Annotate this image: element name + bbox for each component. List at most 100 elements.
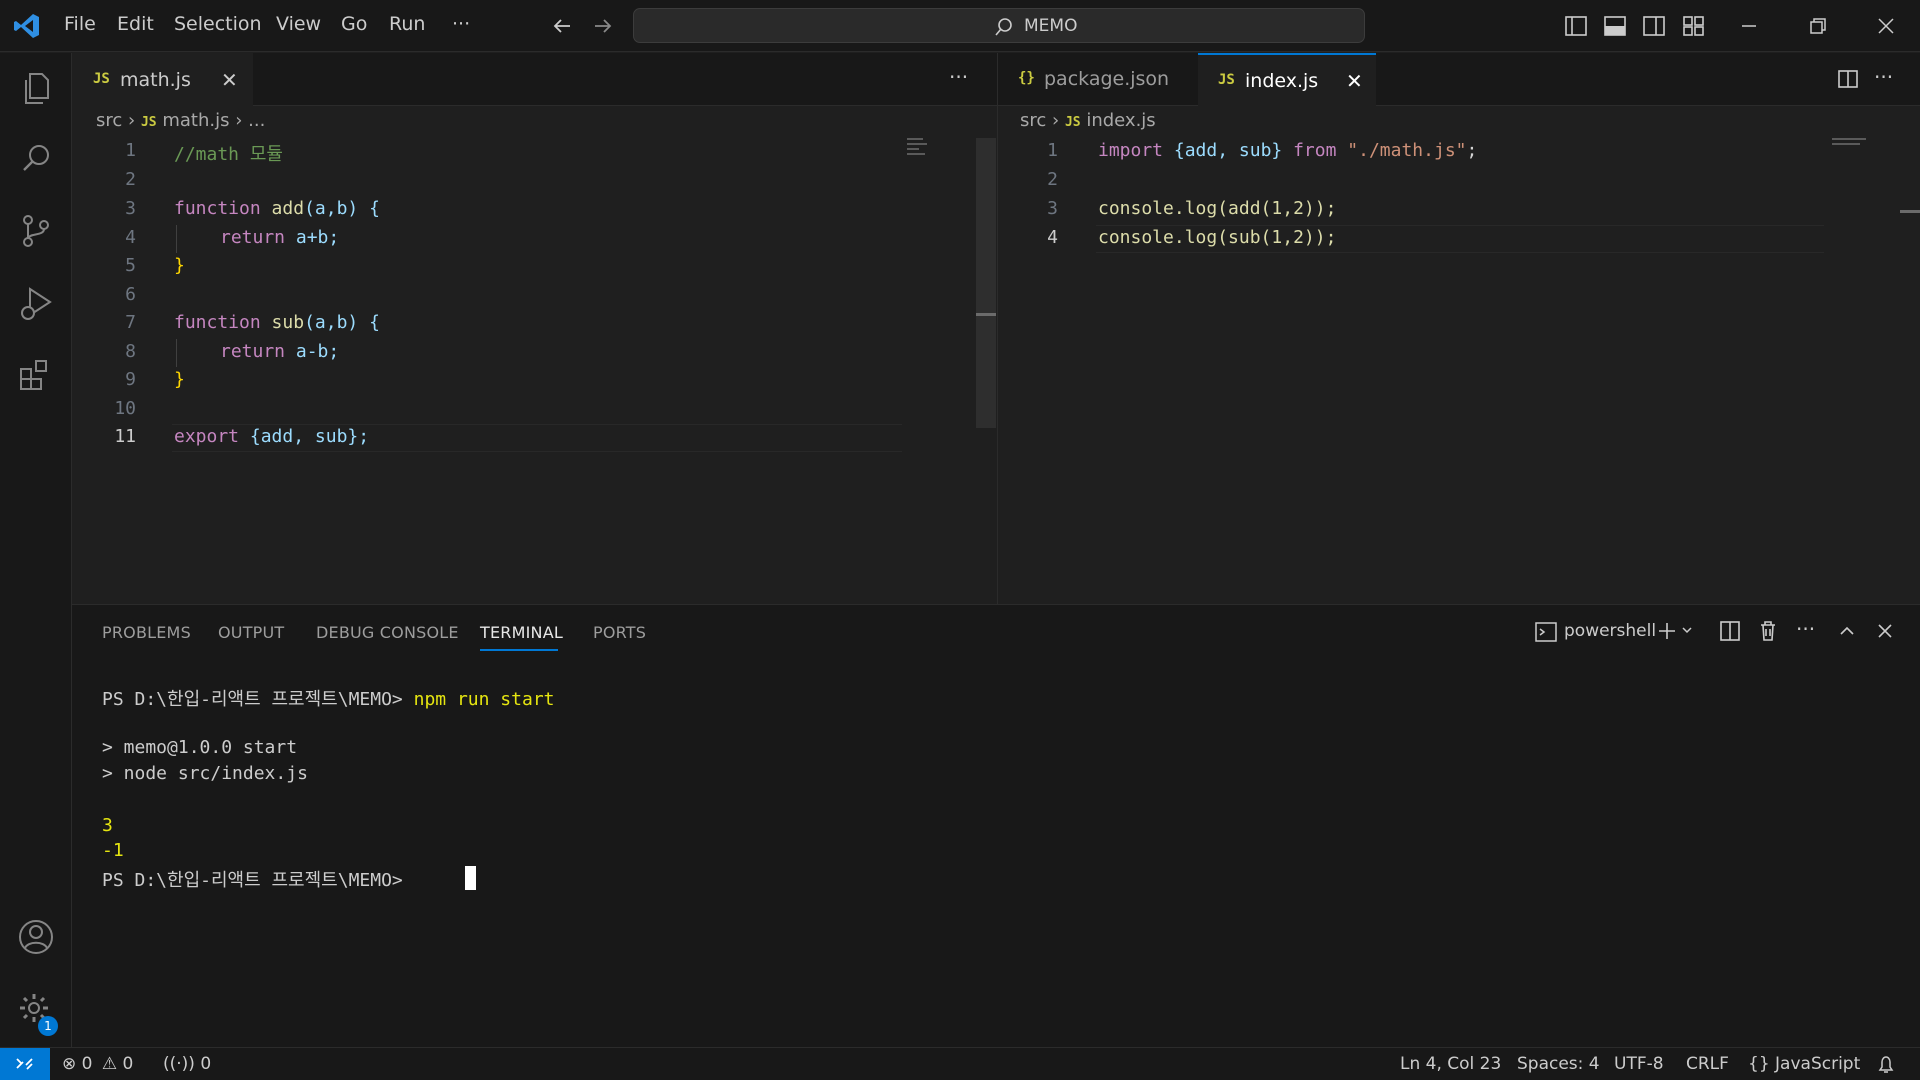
js-file-icon: JS: [93, 71, 110, 87]
editor-more-actions-icon[interactable]: ···: [949, 65, 968, 89]
chevron-down-icon[interactable]: [1680, 623, 1694, 637]
breadcrumb-file[interactable]: math.js: [162, 110, 229, 131]
shell-name: powershell: [1564, 621, 1657, 641]
eol-status[interactable]: CRLF: [1686, 1054, 1729, 1074]
terminal-area[interactable]: [72, 655, 1920, 1045]
terminal-icon: [1535, 622, 1557, 642]
right-editor[interactable]: [998, 106, 1920, 603]
search-icon[interactable]: [16, 139, 56, 179]
warning-icon: ⚠: [101, 1054, 118, 1074]
close-tab-icon[interactable]: ✕: [1346, 69, 1363, 93]
code-line-4: return a+b;: [220, 227, 340, 248]
vertical-scrollbar[interactable]: [976, 138, 996, 428]
minimize-window-icon[interactable]: [1736, 13, 1762, 39]
tab-label: index.js: [1245, 70, 1319, 92]
indent-guide: [176, 339, 177, 367]
terminal-output-result: 3: [102, 815, 113, 836]
ports-count: 0: [200, 1054, 212, 1074]
split-editor-icon[interactable]: [1836, 67, 1860, 91]
right-editor-tabs: {} package.json JS index.js ✕ ···: [998, 53, 1920, 106]
tab-math-js[interactable]: JS math.js ✕: [73, 53, 253, 106]
js-file-icon: JS: [1064, 115, 1081, 130]
panel-tab-problems[interactable]: PROBLEMS: [102, 623, 191, 642]
braces-icon: {}: [1748, 1054, 1770, 1074]
toggle-panel-icon[interactable]: [1602, 13, 1628, 39]
encoding-status[interactable]: UTF-8: [1614, 1054, 1664, 1074]
run-and-debug-icon[interactable]: [16, 283, 56, 323]
close-tab-icon[interactable]: ✕: [221, 68, 238, 92]
error-icon: ⊗: [62, 1054, 77, 1074]
search-icon: [995, 18, 1012, 36]
editor-more-actions-icon[interactable]: ···: [1874, 65, 1893, 89]
source-control-icon[interactable]: [16, 211, 56, 251]
scrollbar-marker: [1900, 210, 1920, 213]
problems-status[interactable]: ⊗ 0 ⚠ 0: [62, 1054, 133, 1074]
left-editor[interactable]: [73, 106, 997, 603]
minimap[interactable]: [1832, 138, 1866, 148]
tab-label: package.json: [1044, 68, 1170, 90]
panel-tab-output[interactable]: OUTPUT: [218, 623, 284, 642]
remote-indicator[interactable]: [0, 1048, 50, 1080]
cursor-position[interactable]: Ln 4, Col 23: [1400, 1054, 1501, 1074]
close-window-icon[interactable]: [1873, 13, 1899, 39]
breadcrumb-symbol[interactable]: ...: [248, 110, 265, 131]
command-center-search[interactable]: MEMO: [633, 8, 1365, 43]
menu-run[interactable]: Run: [389, 13, 425, 35]
minimap[interactable]: [907, 138, 927, 160]
code-line-3: function add(a,b) {: [174, 198, 380, 219]
breadcrumb-folder[interactable]: src: [96, 110, 122, 131]
line-number: 2: [125, 169, 136, 190]
line-number: 3: [125, 198, 136, 219]
notifications-bell-icon[interactable]: [1876, 1054, 1896, 1076]
tab-package-json[interactable]: {} package.json: [998, 53, 1198, 106]
code-line-11: export {add, sub};: [174, 426, 370, 447]
menu-go[interactable]: Go: [341, 13, 367, 35]
extensions-icon[interactable]: [16, 355, 56, 395]
code-line-7: function sub(a,b) {: [174, 312, 380, 333]
terminal-output-result: -1: [102, 840, 124, 861]
code-line-1: //math 모듈: [174, 144, 283, 165]
panel-tab-terminal[interactable]: TERMINAL: [480, 623, 563, 642]
tab-label: math.js: [120, 69, 191, 91]
terminal-line: > memo@1.0.0 start: [102, 737, 298, 758]
explorer-icon[interactable]: [16, 68, 56, 108]
indent-guide: [176, 225, 177, 253]
forward-arrow-icon[interactable]: [589, 13, 615, 39]
language-mode[interactable]: {} JavaScript: [1748, 1054, 1860, 1074]
customize-layout-icon[interactable]: [1681, 13, 1707, 39]
right-breadcrumb[interactable]: src › JS index.js: [1020, 110, 1156, 134]
back-arrow-icon[interactable]: [550, 13, 576, 39]
menu-edit[interactable]: Edit: [117, 13, 154, 35]
left-editor-tabs: JS math.js ✕ ···: [73, 53, 997, 106]
code-line-9: }: [174, 369, 185, 390]
panel-more-actions-icon[interactable]: ···: [1796, 617, 1815, 641]
kill-terminal-trash-icon[interactable]: [1756, 619, 1780, 643]
menu-selection[interactable]: Selection: [174, 13, 262, 35]
toggle-primary-sidebar-icon[interactable]: [1563, 13, 1589, 39]
restore-window-icon[interactable]: [1805, 13, 1831, 39]
line-number: 4: [125, 227, 136, 248]
split-terminal-icon[interactable]: [1718, 619, 1742, 643]
menu-file[interactable]: File: [64, 13, 96, 35]
close-panel-icon[interactable]: [1874, 620, 1896, 642]
ports-status[interactable]: ((·)) 0: [163, 1054, 211, 1074]
indentation-status[interactable]: Spaces: 4: [1517, 1054, 1600, 1074]
js-file-icon: JS: [140, 115, 157, 130]
breadcrumb-file[interactable]: index.js: [1086, 110, 1155, 131]
line-number: 6: [125, 284, 136, 305]
account-icon[interactable]: [16, 917, 56, 957]
panel-tab-ports[interactable]: PORTS: [593, 623, 646, 642]
maximize-panel-chevron-up-icon[interactable]: [1836, 620, 1858, 642]
tab-index-js[interactable]: JS index.js ✕: [1198, 53, 1376, 106]
left-breadcrumb[interactable]: src › JS math.js › ...: [96, 110, 265, 134]
broadcast-icon: ((·)): [163, 1054, 195, 1074]
menu-view[interactable]: View: [276, 13, 321, 35]
panel-tab-debug-console[interactable]: DEBUG CONSOLE: [316, 623, 459, 642]
toggle-secondary-sidebar-icon[interactable]: [1641, 13, 1667, 39]
new-terminal-icon[interactable]: [1656, 620, 1678, 642]
scrollbar-marker: [976, 313, 996, 316]
menu-more[interactable]: ···: [452, 13, 470, 35]
line-number: 1: [125, 140, 136, 161]
json-file-icon: {}: [1018, 70, 1035, 86]
breadcrumb-folder[interactable]: src: [1020, 110, 1046, 131]
